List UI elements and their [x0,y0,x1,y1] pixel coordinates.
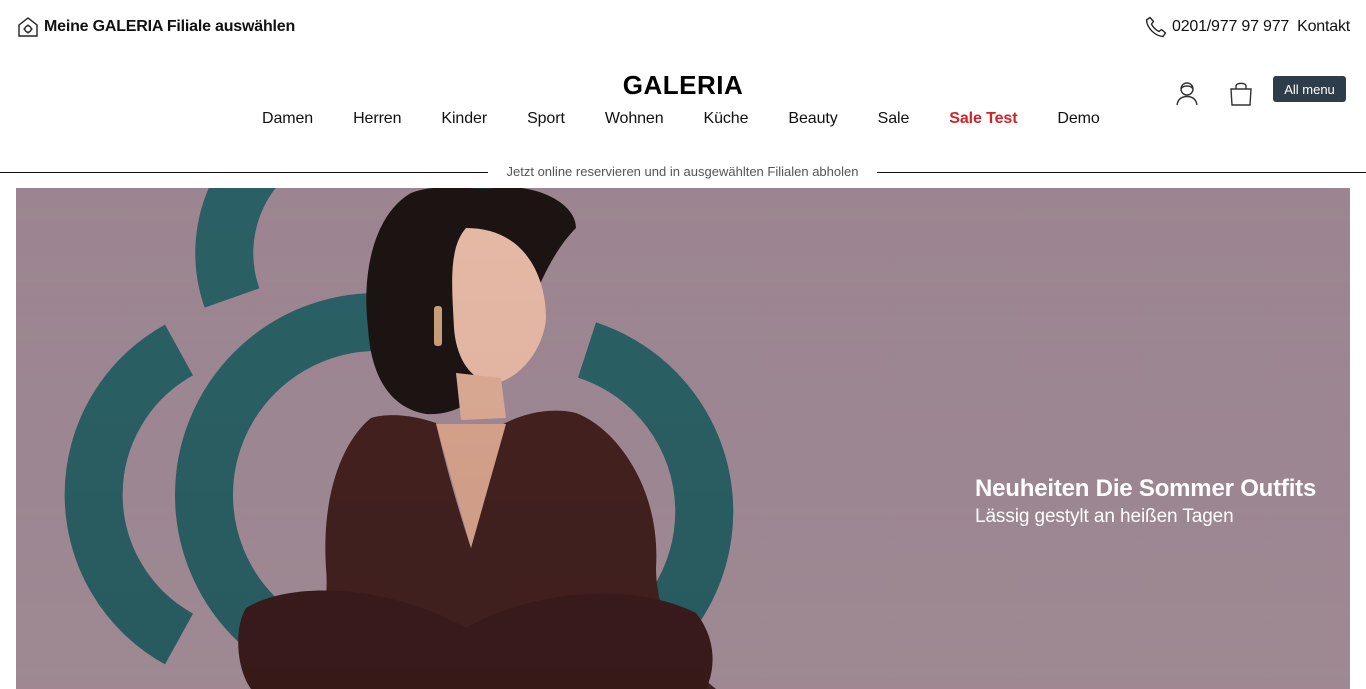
nav-item-damen[interactable]: Damen [262,108,313,130]
user-icon[interactable] [1172,78,1202,108]
promo-banner: Jetzt online reservieren und in ausgewäh… [0,162,1366,182]
store-icon [16,15,40,39]
phone-number: 0201/977 97 977 [1172,18,1290,35]
nav-item-demo[interactable]: Demo [1057,108,1099,130]
nav-item-kueche[interactable]: Küche [704,108,749,130]
hero-title: Neuheiten Die Sommer Outfits [975,475,1317,502]
site-logo-wrap: GALERIA [0,70,1366,101]
divider-left [0,172,488,173]
store-select-label: Meine GALERIA Filiale auswählen [44,18,296,35]
nav-item-kinder[interactable]: Kinder [441,108,487,130]
shopping-bag-icon[interactable] [1226,78,1256,108]
phone-link[interactable]: 0201/977 97 977 [1144,15,1289,39]
nav-item-wohnen[interactable]: Wohnen [605,108,664,130]
top-bar: Meine GALERIA Filiale auswählen 0201/977… [0,0,1366,56]
hero-banner[interactable]: Neuheiten Die Sommer Outfits Lässig gest… [16,188,1350,689]
hero-image [16,188,1350,689]
nav-item-sale-test[interactable]: Sale Test [949,108,1017,130]
site-logo[interactable]: GALERIA [623,70,744,100]
nav-item-sale[interactable]: Sale [878,108,910,130]
store-select-link[interactable]: Meine GALERIA Filiale auswählen [16,15,295,39]
all-menu-button[interactable]: All menu [1273,76,1346,102]
hero-text: Neuheiten Die Sommer Outfits Lässig gest… [975,474,1316,530]
nav-item-sport[interactable]: Sport [527,108,565,130]
nav-item-herren[interactable]: Herren [353,108,401,130]
header-icons [1172,78,1256,108]
hero-subtitle: Lässig gestylt an heißen Tagen [975,506,1234,527]
nav-item-beauty[interactable]: Beauty [788,108,837,130]
contact-link[interactable]: Kontakt [1297,18,1350,36]
contact-area: 0201/977 97 977 Kontakt [1144,15,1350,39]
promo-text: Jetzt online reservieren und in ausgewäh… [506,164,859,179]
main-nav: Damen Herren Kinder Sport Wohnen Küche B… [262,108,1140,130]
phone-icon [1144,15,1168,39]
divider-right [877,172,1366,173]
